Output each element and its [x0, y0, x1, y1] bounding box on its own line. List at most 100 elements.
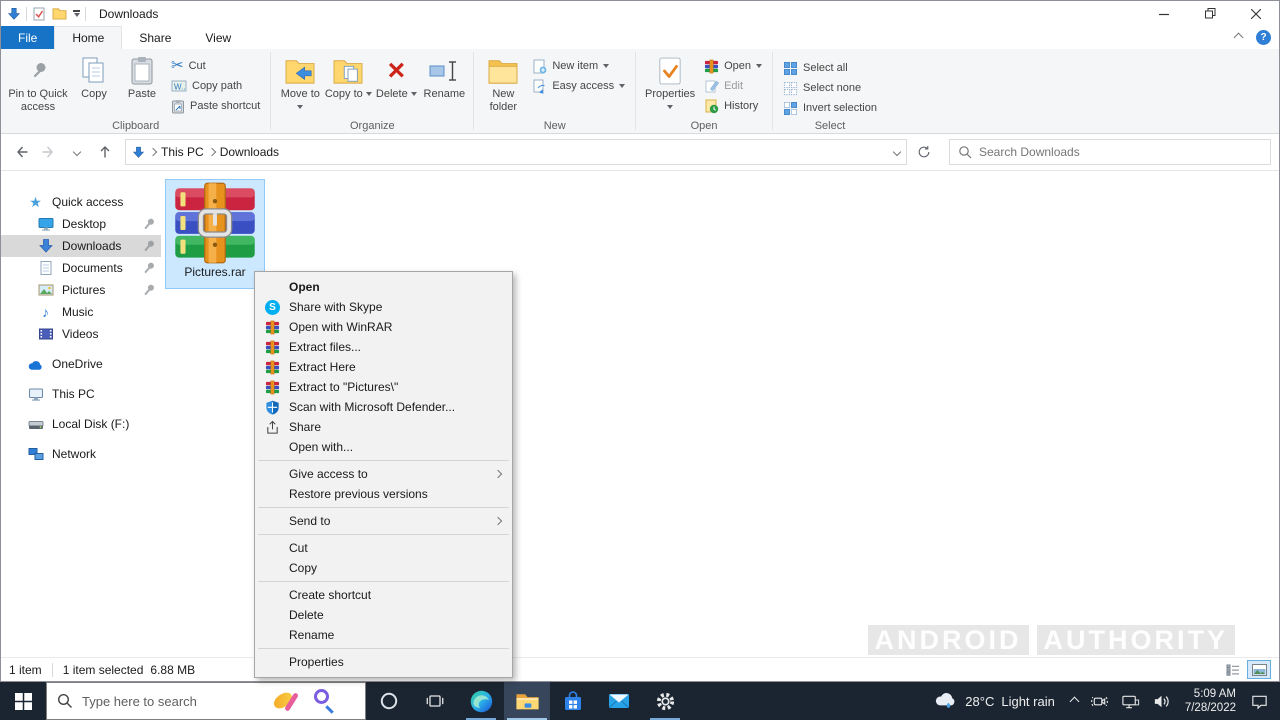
back-button[interactable] [9, 140, 33, 164]
sidebar-item-local-disk-f[interactable]: Local Disk (F:) [1, 413, 161, 435]
tab-view[interactable]: View [188, 26, 248, 49]
properties-button[interactable]: Properties [641, 51, 699, 115]
tab-home[interactable]: Home [54, 26, 122, 49]
breadcrumb-downloads[interactable]: Downloads [220, 145, 279, 159]
open-button[interactable]: Open [699, 56, 767, 76]
move-to-button[interactable]: Move to [276, 51, 324, 115]
context-menu-item-extract-here[interactable]: Extract Here [256, 357, 511, 377]
new-folder-button[interactable]: New folder [479, 51, 527, 115]
file-pictures-rar[interactable]: Pictures.rar [165, 179, 265, 289]
context-menu-item-copy[interactable]: Copy [256, 558, 511, 578]
sidebar-item-label: Downloads [62, 239, 121, 253]
tab-share[interactable]: Share [122, 26, 188, 49]
select-none-button[interactable]: Select none [778, 78, 882, 98]
search-box[interactable] [949, 139, 1271, 165]
meet-now-icon[interactable] [1085, 682, 1114, 720]
context-menu-item-give-access-to[interactable]: Give access to [256, 464, 511, 484]
sidebar-item-documents[interactable]: Documents [1, 257, 161, 279]
help-icon[interactable]: ? [1256, 30, 1271, 45]
taskbar-settings-button[interactable] [642, 682, 688, 720]
volume-icon[interactable] [1147, 682, 1176, 720]
copy-button[interactable]: Copy [70, 51, 118, 115]
context-menu-item-scan-with-defender[interactable]: Scan with Microsoft Defender... [256, 397, 511, 417]
large-icons-view-button[interactable] [1247, 660, 1271, 679]
details-view-button[interactable] [1221, 660, 1245, 679]
restore-button[interactable] [1187, 1, 1233, 26]
search-highlights-doodle[interactable] [271, 688, 331, 716]
taskbar-search-input[interactable] [82, 694, 242, 709]
show-hidden-icons-chevron[interactable] [1066, 682, 1083, 720]
sidebar-item-downloads[interactable]: Downloads [1, 235, 161, 257]
qat-new-folder-icon[interactable] [52, 7, 67, 20]
history-button[interactable]: History [699, 96, 767, 116]
forward-button[interactable] [37, 140, 61, 164]
context-menu-item-open-with-winrar[interactable]: Open with WinRAR [256, 317, 511, 337]
weather-widget[interactable]: 28°C Light rain [924, 691, 1064, 711]
context-menu-item-extract-files[interactable]: Extract files... [256, 337, 511, 357]
sidebar-item-onedrive[interactable]: OneDrive [1, 353, 161, 375]
sidebar-item-pictures[interactable]: Pictures [1, 279, 161, 301]
context-menu-item-properties[interactable]: Properties [256, 652, 511, 672]
up-button[interactable] [93, 140, 117, 164]
copy-to-button[interactable]: Copy to [324, 51, 372, 115]
refresh-button[interactable] [911, 139, 937, 165]
context-menu-item-extract-to-pictures[interactable]: Extract to "Pictures\" [256, 377, 511, 397]
sidebar-item-this-pc[interactable]: This PC [1, 383, 161, 405]
context-menu-item-create-shortcut[interactable]: Create shortcut [256, 585, 511, 605]
cut-button[interactable]: ✂ Cut [166, 56, 265, 76]
invert-selection-button[interactable]: Invert selection [778, 98, 882, 118]
taskbar-store-button[interactable] [550, 682, 596, 720]
sidebar-item-desktop[interactable]: Desktop [1, 213, 161, 235]
context-menu-item-send-to[interactable]: Send to [256, 511, 511, 531]
taskbar-search-box[interactable] [46, 682, 366, 720]
easy-access-button[interactable]: Easy access [527, 76, 630, 96]
paste-button[interactable]: Paste [118, 51, 166, 115]
selection-count: 1 item selected [63, 663, 144, 677]
context-menu-item-cut[interactable]: Cut [256, 538, 511, 558]
rename-button[interactable]: Rename [420, 51, 468, 115]
qat-properties-icon[interactable] [32, 7, 46, 21]
paste-shortcut-button[interactable]: Paste shortcut [166, 96, 265, 116]
clock-time: 5:09 AM [1185, 687, 1236, 701]
context-menu-item-restore-previous-versions[interactable]: Restore previous versions [256, 484, 511, 504]
taskbar-clock[interactable]: 5:09 AM 7/28/2022 [1178, 687, 1243, 716]
taskbar-edge-button[interactable] [458, 682, 504, 720]
taskbar-file-explorer-button[interactable] [504, 682, 550, 720]
close-button[interactable] [1233, 1, 1279, 26]
address-box[interactable]: This PC Downloads [125, 139, 907, 165]
copy-path-button[interactable]: W.. Copy path [166, 76, 265, 96]
tab-file[interactable]: File [1, 26, 54, 49]
task-view-button[interactable] [412, 682, 458, 720]
address-dropdown-chevron[interactable] [893, 148, 901, 156]
file-explorer-icon [515, 689, 540, 714]
search-input[interactable] [979, 145, 1262, 159]
context-menu-item-open[interactable]: Open [256, 277, 511, 297]
cortana-button[interactable] [366, 682, 412, 720]
recent-locations-chevron[interactable] [65, 140, 89, 164]
edit-button[interactable]: Edit [699, 76, 767, 96]
collapse-ribbon-icon[interactable] [1234, 33, 1244, 43]
context-menu-item-rename[interactable]: Rename [256, 625, 511, 645]
sidebar-item-quick-access[interactable]: ★ Quick access [1, 191, 161, 213]
taskbar-mail-button[interactable] [596, 682, 642, 720]
sidebar-item-network[interactable]: Network [1, 443, 161, 465]
breadcrumb-this-pc[interactable]: This PC [161, 145, 204, 159]
search-icon [958, 145, 972, 159]
minimize-button[interactable] [1141, 1, 1187, 26]
network-tray-icon[interactable] [1116, 682, 1145, 720]
delete-button[interactable]: × Delete [372, 51, 420, 115]
context-menu-item-delete[interactable]: Delete [256, 605, 511, 625]
menu-item-label: Restore previous versions [289, 487, 511, 501]
new-item-button[interactable]: New item [527, 56, 630, 76]
action-center-icon[interactable] [1245, 682, 1274, 720]
pin-to-quick-access-button[interactable]: Pin to Quick access [6, 51, 70, 115]
customize-toolbar-chevron[interactable] [73, 10, 80, 17]
context-menu-item-open-with[interactable]: Open with... [256, 437, 511, 457]
select-all-button[interactable]: Select all [778, 58, 882, 78]
sidebar-item-music[interactable]: ♪ Music [1, 301, 161, 323]
context-menu-item-share[interactable]: Share [256, 417, 511, 437]
start-button[interactable] [0, 682, 46, 720]
context-menu-item-share-with-skype[interactable]: SShare with Skype [256, 297, 511, 317]
sidebar-item-videos[interactable]: Videos [1, 323, 161, 345]
defender-icon [264, 400, 281, 415]
